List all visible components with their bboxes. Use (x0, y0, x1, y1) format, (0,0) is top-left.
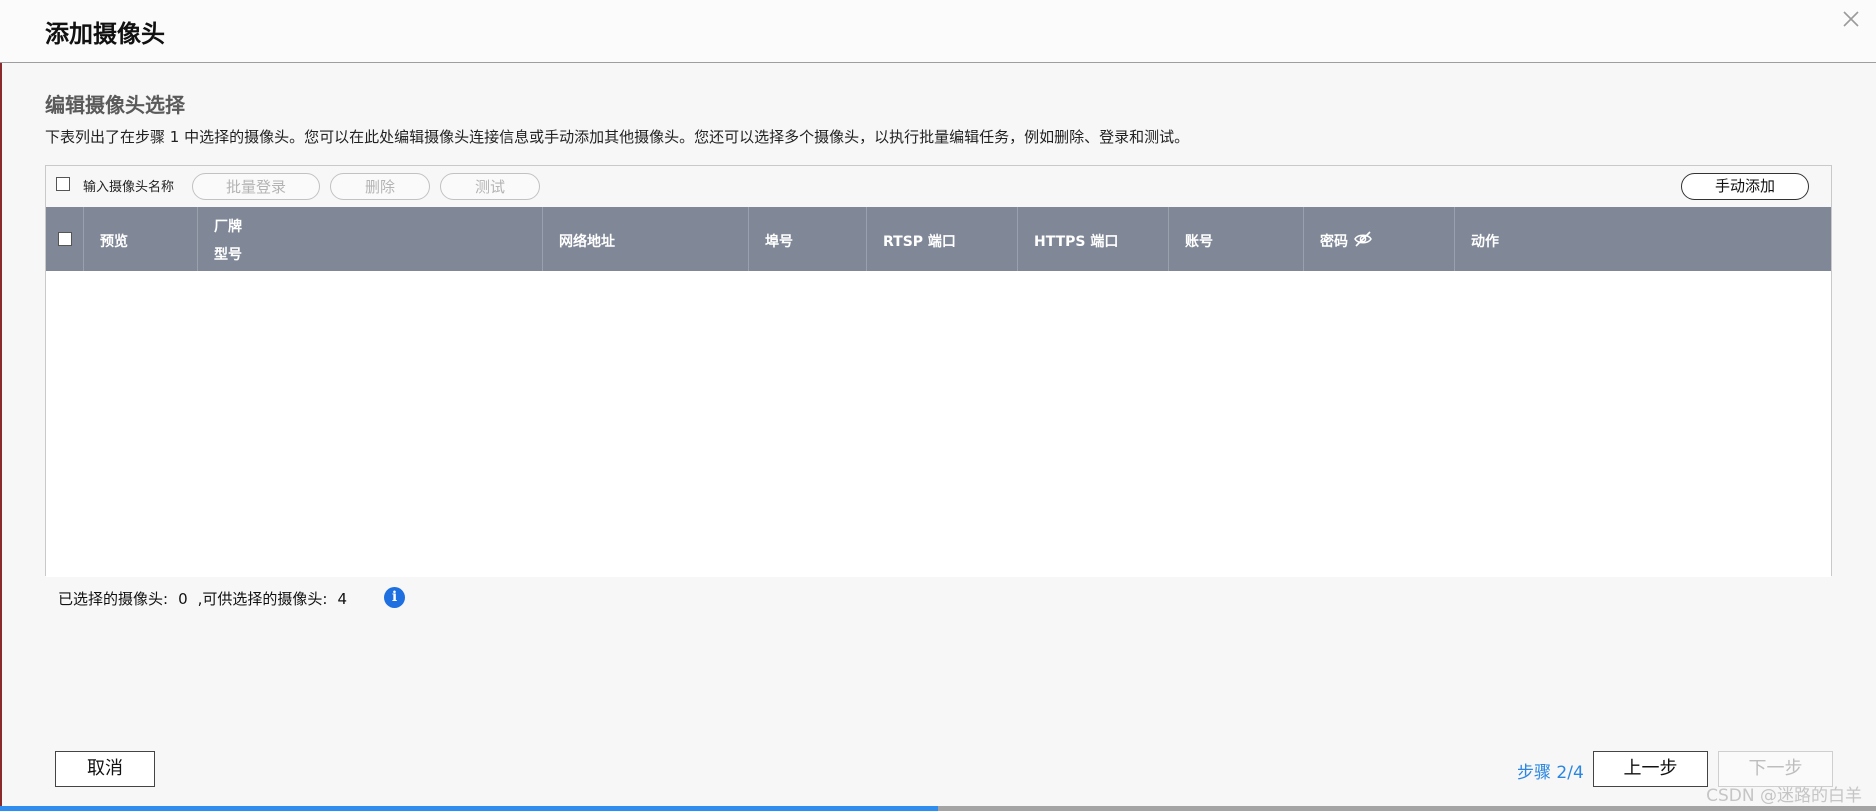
column-label-preview: 预览 (100, 234, 128, 250)
column-label-password: 密码 (1320, 234, 1348, 250)
column-header-rtsp-port: RTSP 端口 (867, 207, 1018, 271)
column-label-https-port: HTTPS 端口 (1034, 234, 1119, 250)
selection-summary: 已选择的摄像头: 0 ,可供选择的摄像头: 4 (58, 588, 357, 609)
test-button[interactable]: 测试 (440, 173, 540, 200)
table-body-empty (46, 271, 1831, 577)
column-header-brand-model: 厂牌 型号 (198, 207, 543, 271)
table-header: 预览 厂牌 型号 网络地址 埠号 RTSP 端口 HTTPS 端口 账号 密码 (46, 207, 1831, 271)
column-header-port: 埠号 (749, 207, 867, 271)
column-label-ip: 网络地址 (559, 234, 615, 250)
available-cameras-count: 4 (337, 590, 347, 608)
batch-login-button[interactable]: 批量登录 (192, 173, 320, 200)
info-icon[interactable]: i (384, 587, 405, 608)
input-camera-name-checkbox[interactable] (56, 177, 70, 191)
column-header-ip: 网络地址 (543, 207, 749, 271)
dialog-title: 添加摄像头 (45, 20, 165, 48)
wizard-progress-bar (0, 806, 1876, 811)
column-header-account: 账号 (1169, 207, 1304, 271)
selected-cameras-label: 已选择的摄像头: (58, 590, 169, 608)
column-header-https-port: HTTPS 端口 (1018, 207, 1169, 271)
cancel-button[interactable]: 取消 (55, 751, 155, 787)
dialog-header: 添加摄像头 (0, 0, 1876, 63)
manual-add-button[interactable]: 手动添加 (1681, 173, 1809, 200)
column-label-model: 型号 (214, 247, 242, 263)
available-cameras-label: ,可供选择的摄像头: (197, 590, 328, 608)
previous-step-button[interactable]: 上一步 (1593, 751, 1708, 787)
delete-button[interactable]: 删除 (330, 173, 430, 200)
step-indicator: 步骤 2/4 (1517, 763, 1584, 783)
close-icon[interactable] (1840, 8, 1862, 30)
column-header-preview: 预览 (84, 207, 198, 271)
eye-slash-icon[interactable] (1353, 229, 1373, 249)
section-title: 编辑摄像头选择 (45, 93, 185, 117)
column-header-action: 动作 (1455, 207, 1833, 271)
wizard-progress-fill (0, 806, 938, 811)
header-checkbox-cell (46, 207, 84, 271)
camera-table-panel: 输入摄像头名称 批量登录 删除 测试 手动添加 预览 厂牌 型号 网络地址 埠号… (45, 165, 1832, 577)
section-description: 下表列出了在步骤 1 中选择的摄像头。您可以在此处编辑摄像头连接信息或手动添加其… (45, 128, 1190, 146)
column-label-rtsp-port: RTSP 端口 (883, 234, 956, 250)
column-label-brand: 厂牌 (214, 219, 242, 235)
selected-cameras-count: 0 (178, 590, 188, 608)
window-edge (0, 0, 2, 811)
column-label-account: 账号 (1185, 234, 1213, 250)
input-camera-name-label: 输入摄像头名称 (83, 180, 175, 195)
watermark: CSDN @迷路的白羊 (1706, 786, 1862, 806)
column-header-password: 密码 (1304, 207, 1455, 271)
table-toolbar: 输入摄像头名称 批量登录 删除 测试 手动添加 (46, 166, 1831, 208)
select-all-checkbox[interactable] (58, 232, 72, 246)
column-label-action: 动作 (1471, 234, 1499, 250)
column-label-port: 埠号 (765, 234, 793, 250)
